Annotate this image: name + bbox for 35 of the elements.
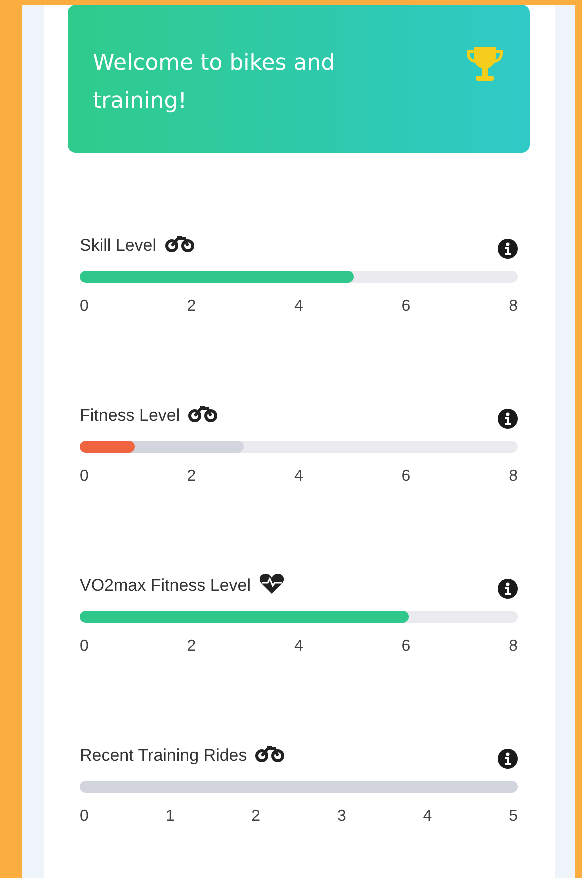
scale-label: 5	[509, 807, 518, 827]
info-icon[interactable]	[498, 239, 518, 259]
scale-label: 4	[294, 297, 304, 317]
scale-label: 0	[80, 807, 89, 827]
meter-label: Fitness Level	[80, 406, 180, 426]
meter-label: VO2max Fitness Level	[80, 576, 252, 596]
heart-pulse-icon	[259, 573, 286, 595]
scale-label: 8	[509, 297, 518, 317]
scale-label: 4	[423, 807, 432, 827]
meter-label: Skill Level	[80, 236, 157, 256]
bicycle-icon	[255, 745, 286, 763]
scale-label: 8	[509, 637, 518, 657]
scale-label: 4	[294, 637, 304, 657]
scale-label: 0	[80, 467, 89, 487]
scale-label: 2	[187, 297, 196, 317]
meter-label: Recent Training Rides	[80, 746, 248, 766]
scale-label: 3	[337, 807, 346, 827]
welcome-title: Welcome to bikes and training!	[93, 50, 336, 116]
info-icon[interactable]	[498, 579, 518, 599]
trophy-icon	[464, 45, 506, 83]
scale-label: 8	[509, 467, 518, 487]
scale-label: 2	[252, 807, 261, 827]
scale-label: 0	[80, 637, 89, 657]
scale-label: 4	[294, 467, 304, 487]
bicycle-icon	[164, 235, 195, 253]
scale-label: 6	[402, 637, 411, 657]
info-icon[interactable]	[498, 749, 518, 769]
scale-label: 0	[80, 297, 89, 317]
scale-label: 2	[187, 637, 196, 657]
scale-label: 1	[166, 807, 175, 827]
info-icon[interactable]	[498, 409, 518, 429]
bicycle-icon	[188, 405, 218, 423]
scale-label: 6	[402, 297, 411, 317]
scale-label: 2	[187, 467, 196, 487]
scale-label: 6	[402, 467, 411, 487]
